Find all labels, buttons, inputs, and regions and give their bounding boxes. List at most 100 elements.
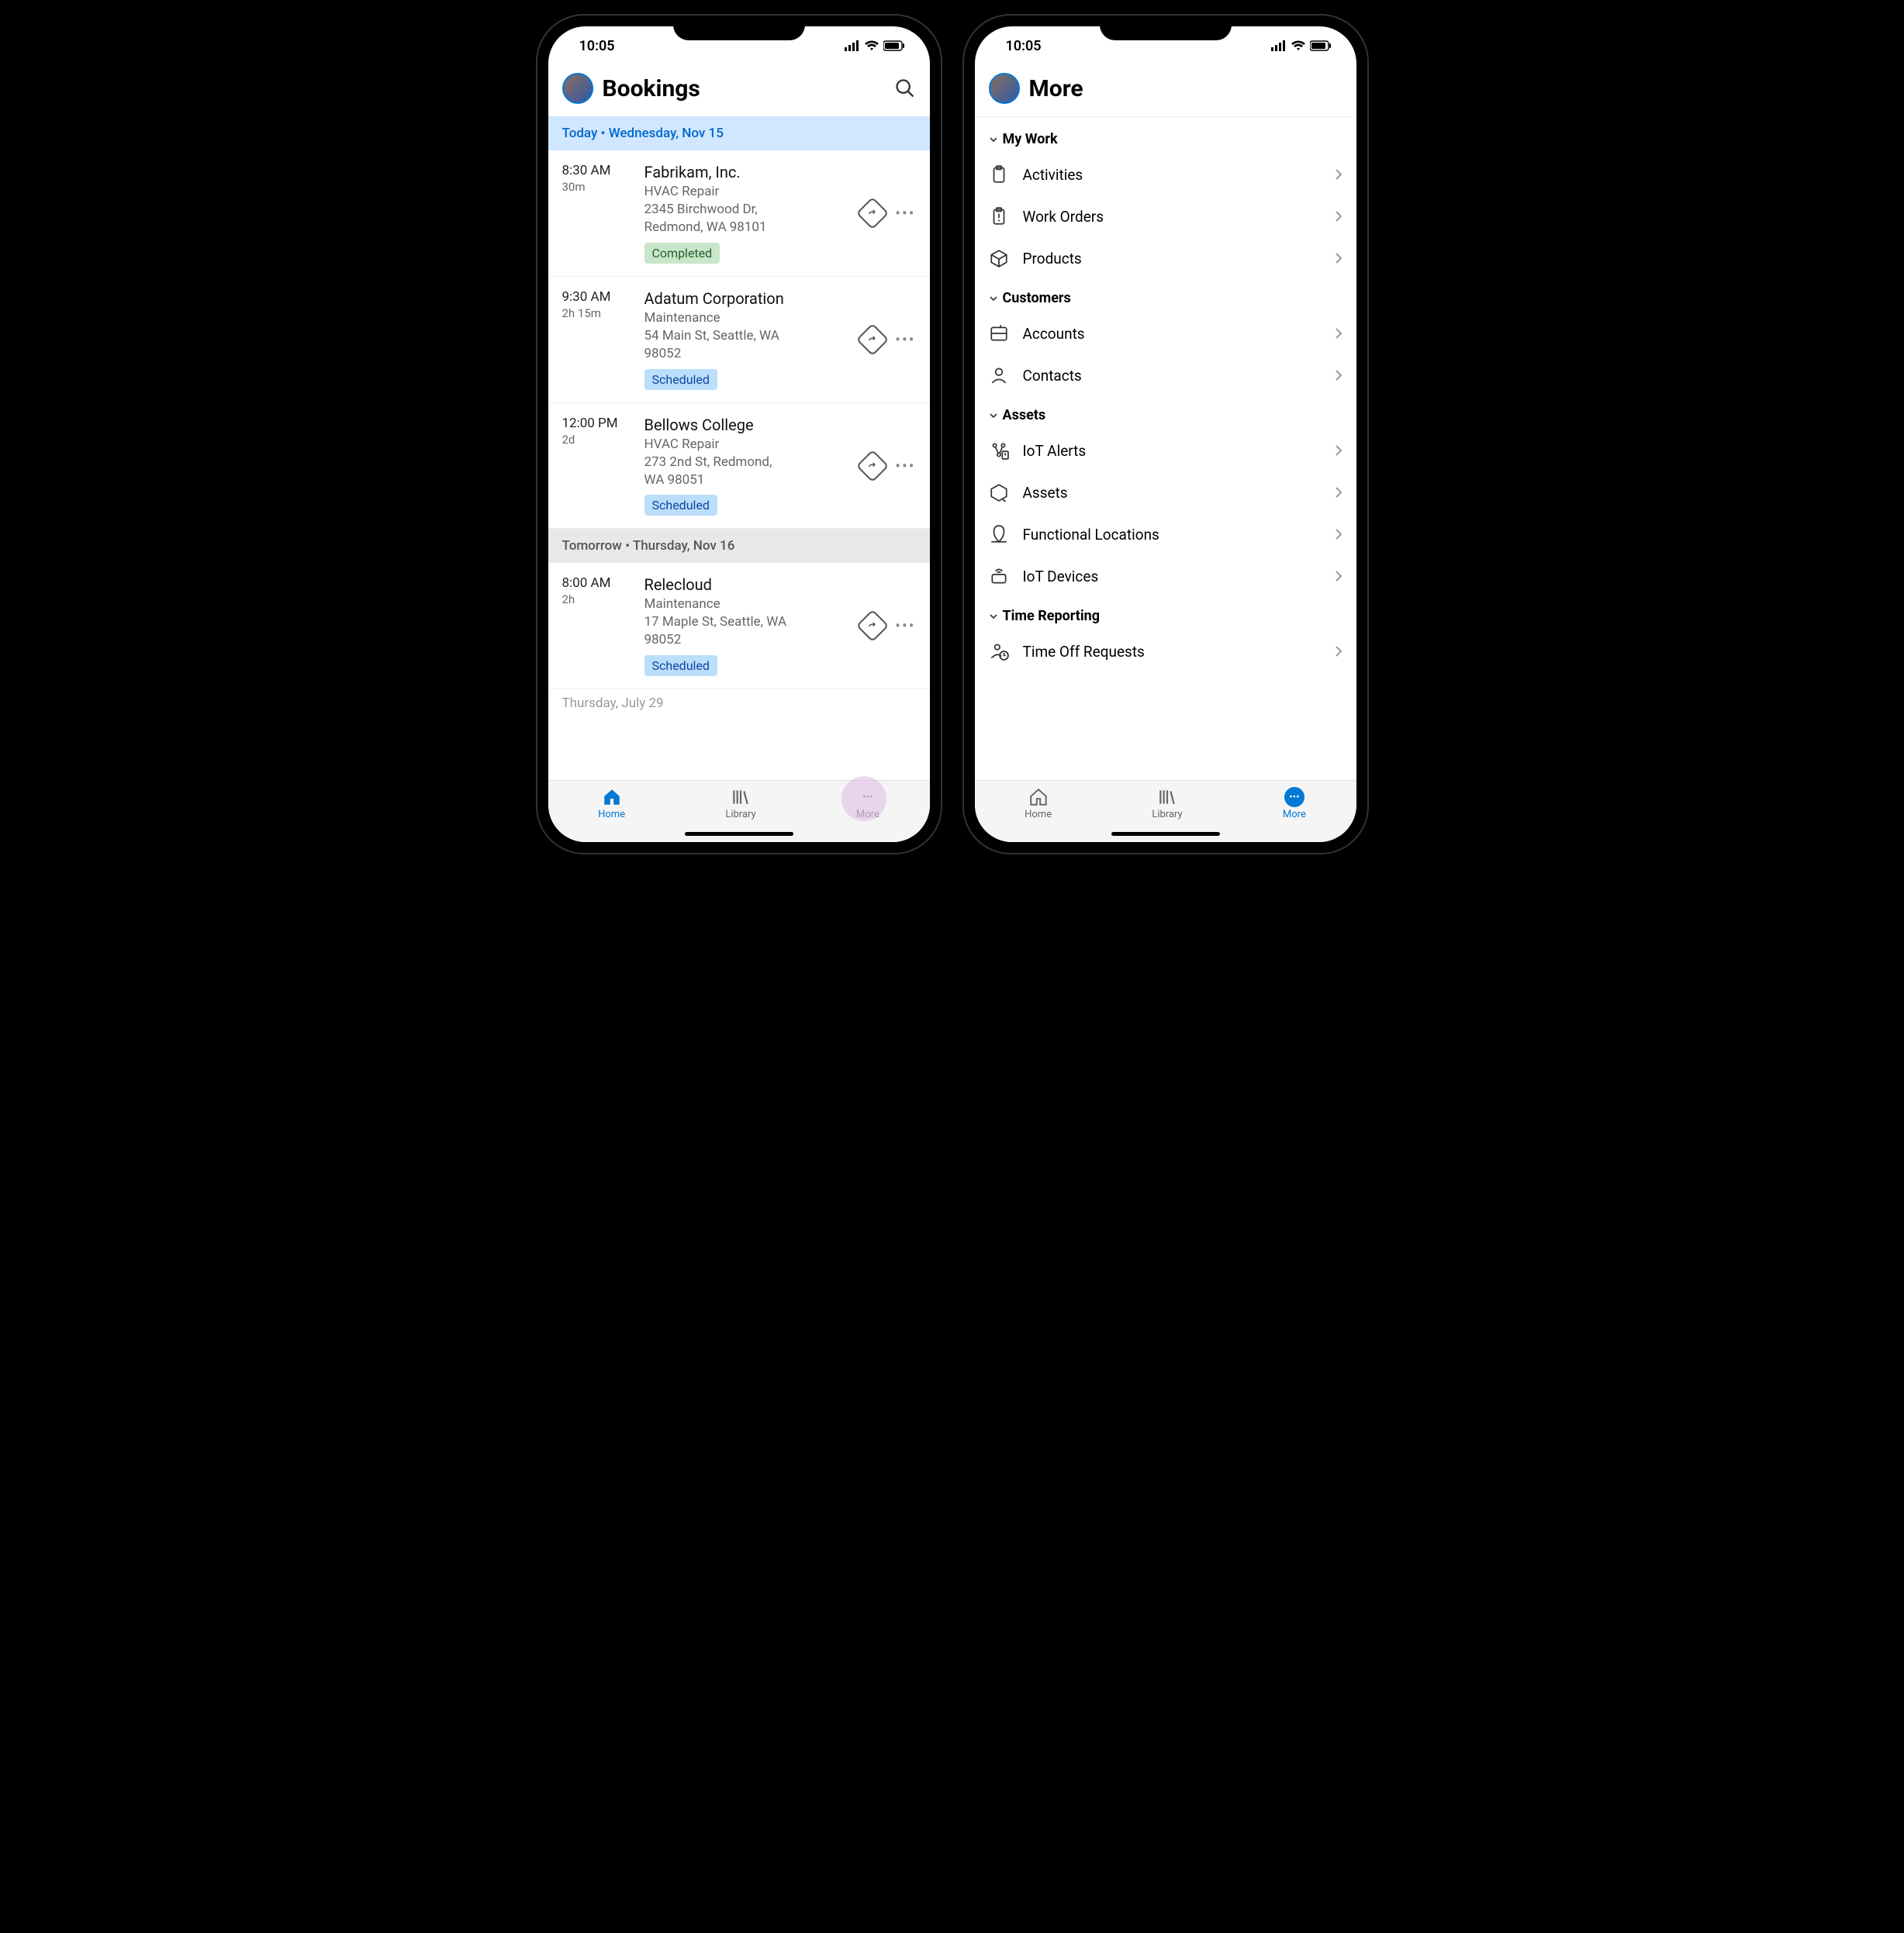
more-icon: ••• [1284,787,1304,807]
section-header[interactable]: Assets [975,396,1356,430]
avatar[interactable] [562,73,593,104]
overflow-button[interactable]: ••• [895,204,915,223]
clipboard-alert-icon [989,206,1009,226]
header: Bookings [548,65,930,116]
section-header[interactable]: My Work [975,120,1356,154]
menu-item-products[interactable]: Products [975,237,1356,279]
directions-button[interactable] [856,609,889,642]
directions-icon [867,208,878,219]
phone-bookings: 10:05 Bookings Today • Wednesday, Nov 15… [537,16,941,853]
menu-item-label: Products [1023,250,1321,268]
booking-details: Bellows College HVAC Repair 273 2nd St, … [644,416,849,516]
menu-item-iot-alerts[interactable]: IoT Alerts [975,430,1356,471]
menu-item-iot-devices[interactable]: IoT Devices [975,555,1356,597]
menu-item-label: Functional Locations [1023,526,1321,544]
chevron-down-icon [989,411,998,420]
menu-item-label: Activities [1023,166,1321,184]
chevron-right-icon [1335,444,1342,457]
menu-item-functional-locations[interactable]: Functional Locations [975,513,1356,555]
phone-more: 10:05 More My Work Activities Work Order… [964,16,1367,853]
menu-item-assets[interactable]: Assets [975,471,1356,513]
box-icon [989,248,1009,268]
booking-details: Relecloud Maintenance 17 Maple St, Seatt… [644,575,849,676]
chevron-right-icon [1335,645,1342,658]
tab-library[interactable]: Library [1152,787,1182,820]
avatar[interactable] [989,73,1020,104]
wifi-icon [865,40,879,51]
tabbar: Home Library ••• More [548,780,930,842]
overflow-button[interactable]: ••• [895,616,915,635]
tab-more-label: More [1283,809,1306,820]
menu-item-label: Accounts [1023,325,1321,343]
header: More [975,65,1356,116]
home-indicator [685,832,793,836]
menu-item-accounts[interactable]: Accounts [975,312,1356,354]
chevron-down-icon [989,612,998,621]
booking-row[interactable]: 8:00 AM2h Relecloud Maintenance 17 Maple… [548,563,930,689]
tab-library-label: Library [725,809,755,820]
section-header[interactable]: Customers [975,279,1356,312]
tab-home[interactable]: Home [598,787,625,820]
menu-item-work-orders[interactable]: Work Orders [975,195,1356,237]
tab-library[interactable]: Library [725,787,755,820]
overflow-button[interactable]: ••• [895,457,915,475]
booking-row[interactable]: 8:30 AM30m Fabrikam, Inc. HVAC Repair 23… [548,150,930,277]
directions-button[interactable] [856,323,889,356]
chevron-right-icon [1335,252,1342,264]
directions-icon [867,334,878,345]
menu-item-activities[interactable]: Activities [975,154,1356,195]
iot-alert-icon [989,440,1009,461]
booking-time: 8:00 AM2h [562,575,632,676]
clipboard-icon [989,164,1009,185]
tab-home-label: Home [1025,809,1052,820]
section-header[interactable]: Time Reporting [975,597,1356,630]
booking-details: Fabrikam, Inc. HVAC Repair 2345 Birchwoo… [644,163,849,264]
page-title: More [1029,75,1342,102]
menu-item-label: IoT Devices [1023,568,1321,585]
library-icon [1157,787,1177,807]
booking-row[interactable]: 12:00 PM2d Bellows College HVAC Repair 2… [548,403,930,530]
status-badge: Scheduled [644,655,717,676]
booking-time: 12:00 PM2d [562,416,632,516]
booking-time: 8:30 AM30m [562,163,632,264]
directions-icon [867,620,878,631]
menu-item-label: Contacts [1023,367,1321,385]
booking-time: 9:30 AM2h 15m [562,289,632,390]
library-icon [731,787,751,807]
date-group-header: Tomorrow • Thursday, Nov 16 [548,529,930,563]
menu-item-time-off-requests[interactable]: Time Off Requests [975,630,1356,672]
device-icon [989,566,1009,586]
home-icon [602,787,622,807]
search-icon[interactable] [894,78,916,99]
bookings-list[interactable]: Today • Wednesday, Nov 15 8:30 AM30m Fab… [548,116,930,780]
chevron-right-icon [1335,327,1342,340]
notch [1100,16,1232,40]
menu-item-contacts[interactable]: Contacts [975,354,1356,396]
more-highlight-icon [841,776,886,821]
notch [673,16,805,40]
battery-icon [883,40,905,51]
menu-item-label: IoT Alerts [1023,442,1321,460]
tab-more[interactable]: ••• More [1283,787,1306,820]
cellular-icon [1271,40,1287,51]
menu-item-label: Work Orders [1023,208,1321,226]
chevron-right-icon [1335,528,1342,540]
overflow-button[interactable]: ••• [895,330,915,349]
tab-library-label: Library [1152,809,1182,820]
status-badge: Scheduled [644,495,717,516]
directions-button[interactable] [856,449,889,482]
booking-row[interactable]: 9:30 AM2h 15m Adatum Corporation Mainten… [548,277,930,403]
menu-item-label: Assets [1023,484,1321,502]
faded-date-label: Thursday, July 29 [548,689,930,717]
tab-home[interactable]: Home [1025,787,1052,820]
home-indicator [1111,832,1220,836]
chevron-down-icon [989,294,998,303]
directions-button[interactable] [856,197,889,230]
date-group-header: Today • Wednesday, Nov 15 [548,116,930,150]
more-menu[interactable]: My Work Activities Work Orders Products … [975,120,1356,780]
status-time: 10:05 [579,38,615,54]
chevron-right-icon [1335,369,1342,381]
briefcase-icon [989,323,1009,343]
chevron-right-icon [1335,210,1342,223]
location-icon [989,524,1009,544]
